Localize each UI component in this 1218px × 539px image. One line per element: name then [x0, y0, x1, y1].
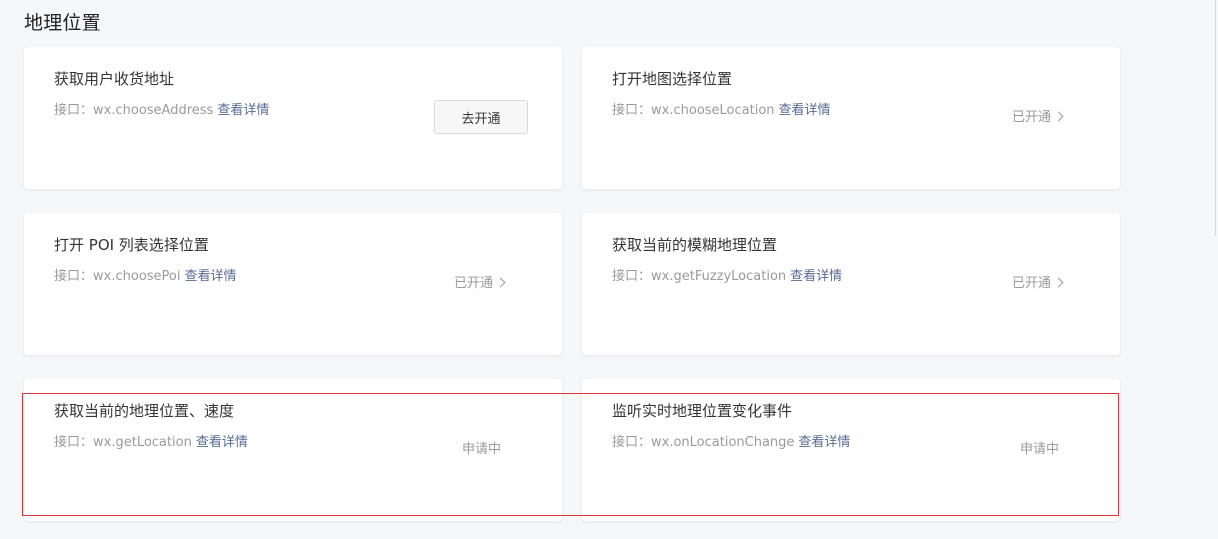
view-details-link[interactable]: 查看详情 — [790, 269, 842, 284]
view-details-link[interactable]: 查看详情 — [196, 435, 248, 450]
api-name: wx.chooseAddress — [93, 103, 214, 118]
card-get-fuzzy-location: 获取当前的模糊地理位置 接口：wx.getFuzzyLocation 查看详情 已… — [582, 213, 1120, 355]
view-details-link[interactable]: 查看详情 — [217, 103, 269, 118]
card-api-desc: 接口：wx.choosePoi 查看详情 — [54, 268, 237, 286]
card-choose-poi: 打开 POI 列表选择位置 接口：wx.choosePoi 查看详情 已开通 — [24, 213, 562, 355]
card-api-desc: 接口：wx.getFuzzyLocation 查看详情 — [612, 268, 842, 286]
scrollbar-edge — [1215, 0, 1216, 236]
card-choose-address: 获取用户收货地址 接口：wx.chooseAddress 查看详情 去开通 — [24, 47, 562, 189]
card-on-location-change: 监听实时地理位置变化事件 接口：wx.onLocationChange 查看详情 … — [582, 379, 1120, 521]
chevron-right-icon — [1053, 111, 1064, 121]
status-enabled-link[interactable]: 已开通 — [454, 275, 506, 293]
status-label: 已开通 — [1012, 110, 1052, 125]
section-title: 地理位置 — [24, 12, 101, 34]
status-pending-label: 申请中 — [1020, 442, 1060, 457]
chevron-right-icon — [1053, 277, 1064, 287]
api-prefix: 接口： — [612, 435, 652, 450]
card-title: 获取当前的模糊地理位置 — [612, 236, 778, 254]
card-title: 获取当前的地理位置、速度 — [54, 402, 235, 420]
api-prefix: 接口： — [54, 269, 94, 284]
enable-button[interactable]: 去开通 — [434, 100, 528, 134]
api-name: wx.getLocation — [93, 435, 192, 450]
card-api-desc: 接口：wx.onLocationChange 查看详情 — [612, 434, 850, 452]
api-name: wx.getFuzzyLocation — [651, 269, 787, 284]
status-enabled-link[interactable]: 已开通 — [1012, 275, 1064, 293]
api-prefix: 接口： — [612, 103, 652, 118]
status-pending-label: 申请中 — [462, 442, 502, 457]
chevron-right-icon — [495, 277, 506, 287]
status-label: 已开通 — [454, 276, 494, 291]
card-api-desc: 接口：wx.chooseLocation 查看详情 — [612, 102, 831, 120]
api-name: wx.onLocationChange — [651, 435, 795, 450]
card-choose-location: 打开地图选择位置 接口：wx.chooseLocation 查看详情 已开通 — [582, 47, 1120, 189]
api-name: wx.chooseLocation — [651, 103, 775, 118]
api-prefix: 接口： — [54, 103, 94, 118]
api-prefix: 接口： — [612, 269, 652, 284]
view-details-link[interactable]: 查看详情 — [779, 103, 831, 118]
card-get-location: 获取当前的地理位置、速度 接口：wx.getLocation 查看详情 申请中 — [24, 379, 562, 521]
status-enabled-link[interactable]: 已开通 — [1012, 109, 1064, 127]
card-title: 获取用户收货地址 — [54, 70, 175, 88]
card-api-desc: 接口：wx.getLocation 查看详情 — [54, 434, 248, 452]
api-name: wx.choosePoi — [93, 269, 181, 284]
view-details-link[interactable]: 查看详情 — [184, 269, 236, 284]
card-title: 监听实时地理位置变化事件 — [612, 402, 793, 420]
api-prefix: 接口： — [54, 435, 94, 450]
status-label: 已开通 — [1012, 276, 1052, 291]
card-title: 打开 POI 列表选择位置 — [54, 236, 209, 254]
card-title: 打开地图选择位置 — [612, 70, 733, 88]
card-api-desc: 接口：wx.chooseAddress 查看详情 — [54, 102, 269, 120]
view-details-link[interactable]: 查看详情 — [798, 435, 850, 450]
